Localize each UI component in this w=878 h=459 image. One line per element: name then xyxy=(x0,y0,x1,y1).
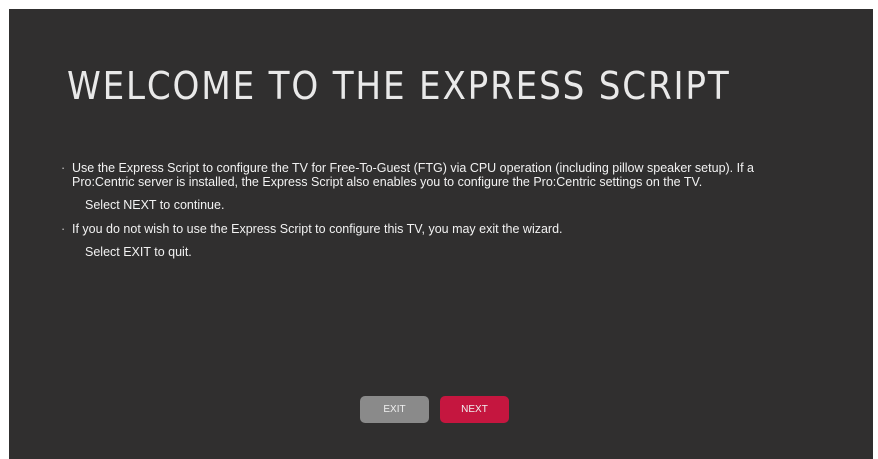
instruction-text: If you do not wish to use the Express Sc… xyxy=(72,222,563,236)
express-script-screen: WELCOME TO THE EXPRESS SCRIPT · Use the … xyxy=(9,9,873,459)
instruction-select-next: Select NEXT to continue. xyxy=(85,198,225,212)
bullet-dot: · xyxy=(61,222,66,236)
instruction-paragraph-configure: · Use the Express Script to configure th… xyxy=(61,161,781,189)
next-button[interactable]: NEXT xyxy=(440,396,509,423)
bullet-dot: · xyxy=(61,161,66,175)
instruction-text: Use the Express Script to configure the … xyxy=(72,161,754,189)
instruction-select-exit: Select EXIT to quit. xyxy=(85,245,192,259)
instructions: · Use the Express Script to configure th… xyxy=(61,161,781,259)
instruction-paragraph-exit: · If you do not wish to use the Express … xyxy=(61,222,781,236)
page-title: WELCOME TO THE EXPRESS SCRIPT xyxy=(67,64,731,108)
exit-button[interactable]: EXIT xyxy=(360,396,429,423)
